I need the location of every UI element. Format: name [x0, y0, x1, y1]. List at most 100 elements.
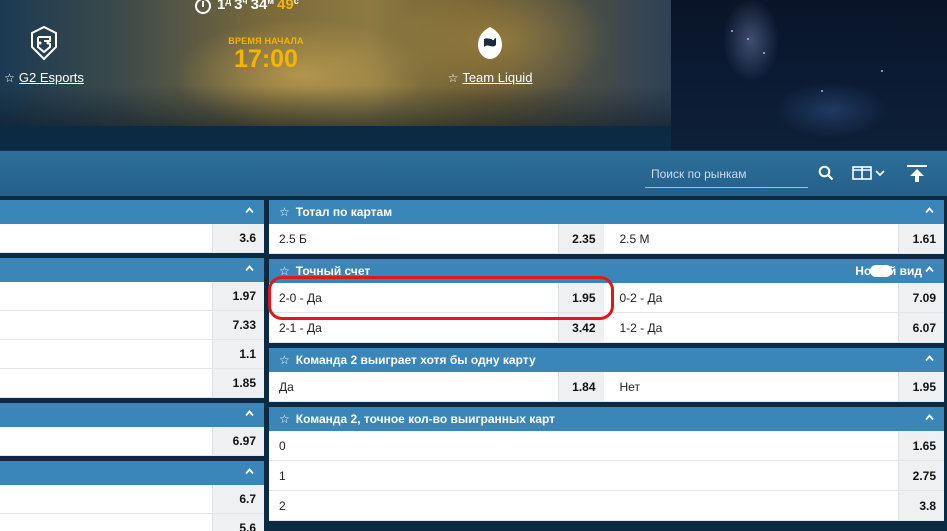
team-2-name-link[interactable]: Team Liquid: [462, 70, 532, 85]
stage-light: [881, 70, 883, 72]
countdown-minutes: 34: [250, 0, 268, 13]
market-header[interactable]: [0, 461, 264, 485]
favorite-star-icon[interactable]: ☆: [279, 264, 290, 278]
chevron-up-icon: [925, 414, 934, 421]
market-row: 7.33: [0, 311, 264, 340]
new-view-label: Новый вид: [855, 264, 922, 278]
market-row: 6.97: [0, 427, 264, 456]
team-1-name-link[interactable]: G2 Esports: [19, 70, 84, 85]
market-row: 2 3.8: [269, 491, 944, 521]
markets-area: 3.6 1.97 7.33 1.1 1.85 6.97 6.7 5.6 ☆ То…: [0, 196, 947, 531]
favorite-star-icon[interactable]: ☆: [279, 412, 290, 426]
odds-button[interactable]: 1.85: [212, 369, 264, 397]
odds-button[interactable]: 1.95: [898, 372, 944, 401]
outcome-label: [0, 369, 212, 397]
start-time-value: 17:00: [234, 45, 298, 73]
team-liquid-logo-icon: [473, 24, 507, 62]
countdown-value: 1д 3ч 34м 49с: [217, 0, 302, 13]
odds-button[interactable]: 7.09: [898, 283, 944, 312]
outcome-label: 1-2 - Да: [619, 320, 663, 335]
odds-button[interactable]: 1.65: [898, 431, 944, 460]
odds-button[interactable]: 6.7: [212, 485, 264, 513]
chevron-down-icon: [875, 170, 885, 177]
favorite-star-icon[interactable]: ☆: [448, 71, 459, 85]
countdown-hours-unit: ч: [242, 0, 248, 6]
market-header[interactable]: ☆ Команда 2, точное кол-во выигранных ка…: [269, 407, 944, 431]
outcome-label: 2-1 - Да: [279, 320, 322, 335]
odds-button[interactable]: 2.35: [557, 224, 604, 253]
chevron-up-icon: [245, 468, 254, 475]
market-block: 3.6: [0, 200, 264, 253]
outcome-label: [0, 282, 212, 310]
market-row: 3.6: [0, 224, 264, 253]
right-markets-column: ☆ Тотал по картам 2.5 Б 2.35 2.5 М 1.61 …: [269, 200, 944, 526]
market-row: 0 1.65: [269, 431, 944, 461]
countdown-seconds: 49: [277, 0, 294, 13]
favorite-star-icon[interactable]: ☆: [279, 353, 290, 367]
outcome-label: 2-0 - Да: [279, 290, 322, 305]
market-team2-exact-maps: ☆ Команда 2, точное кол-во выигранных ка…: [269, 407, 944, 521]
favorite-star-icon[interactable]: ☆: [4, 71, 15, 85]
market-block: 6.97: [0, 403, 264, 456]
favorite-star-icon[interactable]: ☆: [279, 205, 290, 219]
market-row: 5.6: [0, 514, 264, 531]
columns-layout-button[interactable]: [852, 166, 885, 180]
outcome-label: [0, 224, 212, 252]
odds-button[interactable]: 7.33: [212, 311, 264, 339]
chevron-up-icon: [925, 207, 934, 214]
stage-light: [731, 30, 733, 32]
market-header[interactable]: [0, 258, 264, 282]
market-title: Команда 2, точное кол-во выигранных карт: [295, 412, 556, 426]
market-search: [645, 160, 808, 188]
outcome-label: Нет: [619, 379, 640, 394]
outcome-label: 2: [279, 498, 286, 513]
odds-button[interactable]: 1.84: [557, 372, 604, 401]
market-header[interactable]: ☆ Тотал по картам: [269, 200, 944, 224]
market-row: 2-1 - Да 3.42 1-2 - Да 6.07: [269, 313, 944, 343]
odds-button[interactable]: 3.42: [557, 313, 604, 342]
market-header[interactable]: [0, 403, 264, 427]
team-2: ☆ Team Liquid: [442, 24, 538, 85]
odds-button[interactable]: 2.75: [898, 461, 944, 490]
outcome-label: 1: [279, 468, 286, 483]
outcome-label: Да: [279, 379, 294, 394]
odds-button[interactable]: 1.95: [557, 283, 604, 312]
search-icon[interactable]: [818, 165, 834, 181]
odds-button[interactable]: 1.1: [212, 340, 264, 368]
odds-button[interactable]: 1.61: [898, 224, 944, 253]
outcome-label: 0-2 - Да: [619, 290, 663, 305]
odds-button[interactable]: 6.07: [898, 313, 944, 342]
market-block: 1.97 7.33 1.1 1.85: [0, 258, 264, 398]
stage-light: [763, 52, 765, 54]
odds-button[interactable]: 3.6: [212, 224, 264, 252]
stage-light: [821, 90, 823, 92]
outcome-label: [0, 514, 212, 531]
market-row: Да 1.84 Нет 1.95: [269, 372, 944, 402]
market-team2-wins-map: ☆ Команда 2 выиграет хотя бы одну карту …: [269, 348, 944, 402]
market-header[interactable]: ☆ Точный счет Новый вид: [269, 259, 944, 283]
market-header[interactable]: ☆ Команда 2 выиграет хотя бы одну карту: [269, 348, 944, 372]
start-time: ВРЕМЯ НАЧАЛА 17:00: [220, 36, 312, 72]
countdown-days-unit: д: [225, 0, 232, 6]
outcome-label: 2.5 М: [619, 231, 650, 246]
collapse-all-icon[interactable]: [906, 164, 928, 184]
outcome-label: 2.5 Б: [279, 231, 307, 246]
odds-button[interactable]: 3.8: [898, 491, 944, 520]
market-row: 1 2.75: [269, 461, 944, 491]
market-header[interactable]: [0, 200, 264, 224]
chevron-up-icon: [925, 266, 934, 273]
market-row: 1.85: [0, 369, 264, 398]
market-title: Тотал по картам: [295, 205, 393, 219]
g2-logo-icon: [27, 24, 61, 62]
market-row: 1.1: [0, 340, 264, 369]
market-title: Точный счет: [295, 264, 371, 278]
odds-button[interactable]: 1.97: [212, 282, 264, 310]
chevron-up-icon: [925, 355, 934, 362]
odds-button[interactable]: 5.6: [212, 514, 264, 531]
market-search-input[interactable]: [645, 160, 808, 187]
team-1: ☆ G2 Esports: [2, 24, 86, 85]
chevron-up-icon: [245, 207, 254, 214]
odds-button[interactable]: 6.97: [212, 427, 264, 455]
outcome-label: [0, 485, 212, 513]
outcome-label: 0: [279, 438, 286, 453]
